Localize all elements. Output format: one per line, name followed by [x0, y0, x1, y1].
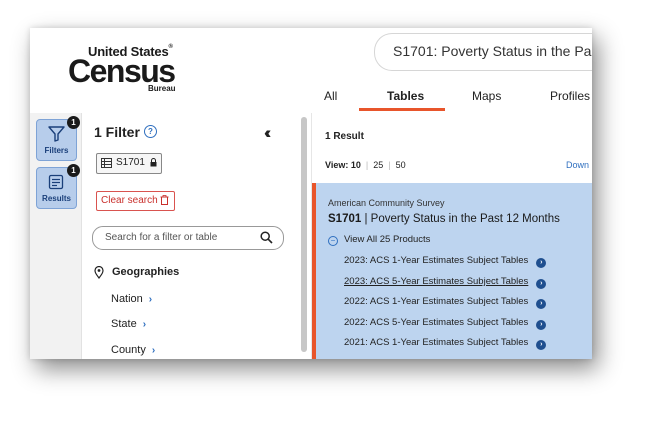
geo-item-label: Nation [111, 293, 143, 305]
product-link[interactable]: 2022: ACS 5-Year Estimates Subject Table… [344, 317, 547, 330]
results-icon [48, 174, 64, 190]
product-label: 2021: ACS 1-Year Estimates Subject Table… [344, 337, 529, 348]
filter-search-placeholder: Search for a filter or table [105, 232, 218, 243]
result-tabs: All Tables Maps Profiles [300, 86, 592, 113]
view-all-products-toggle[interactable]: − View All 25 Products [328, 234, 430, 246]
clear-search-button[interactable]: Clear search [96, 191, 175, 211]
table-icon [101, 158, 112, 168]
view-option-25[interactable]: 25 [373, 160, 383, 170]
arrow-circle-icon: › [536, 258, 547, 268]
product-label: 2022: ACS 5-Year Estimates Subject Table… [344, 317, 529, 328]
logo-line-census: Census [68, 53, 176, 89]
geo-item-state[interactable]: State › [111, 318, 146, 330]
selected-card-accent [312, 183, 316, 359]
view-per-page: View: 10 | 25 | 50 [325, 160, 406, 170]
tab-profiles[interactable]: Profiles [550, 89, 590, 103]
table-title[interactable]: S1701 | Poverty Status in the Past 12 Mo… [328, 213, 560, 225]
results-label: Results [42, 194, 71, 203]
results-button[interactable]: 1 Results [36, 164, 80, 209]
funnel-icon [48, 126, 65, 142]
filter-count-title: 1 Filter [94, 124, 140, 140]
table-title-text: Poverty Status in the Past 12 Months [370, 213, 560, 225]
arrow-circle-icon: › [536, 279, 547, 289]
lock-icon [150, 158, 157, 167]
geo-item-label: State [111, 318, 137, 330]
help-icon[interactable]: ? [144, 125, 157, 138]
geographies-header[interactable]: Geographies [94, 265, 179, 284]
product-link[interactable]: 2022: ACS 1-Year Estimates Subject Table… [344, 296, 547, 309]
chevron-right-icon: › [148, 294, 153, 305]
geo-item-label: County [111, 344, 146, 356]
view-all-label: View All 25 Products [344, 234, 431, 245]
geographies-label: Geographies [112, 266, 180, 278]
filter-search-input[interactable]: Search for a filter or table [92, 226, 284, 250]
site-header: United States® Census Bureau S1701: Pove… [30, 28, 592, 113]
product-link[interactable]: 2023: ACS 1-Year Estimates Subject Table… [344, 255, 547, 268]
chevron-right-icon: › [151, 345, 156, 356]
filter-panel: 1 Filter ? ‹‹ S1701 Clear search Search … [82, 113, 310, 359]
nav-rail: 1 Filters 1 Results [30, 113, 82, 359]
geo-item-nation[interactable]: Nation › [111, 293, 152, 305]
arrow-circle-icon: › [536, 299, 547, 309]
clear-search-label: Clear search [101, 195, 158, 206]
trash-icon [160, 195, 169, 205]
filter-chip-s1701[interactable]: S1701 [96, 153, 162, 174]
active-tab-underline [359, 108, 445, 111]
view-option-10[interactable]: 10 [351, 160, 361, 170]
survey-name: American Community Survey [328, 198, 445, 208]
product-link[interactable]: 2021: ACS 1-Year Estimates Subject Table… [344, 337, 547, 350]
results-badge: 1 [67, 164, 80, 177]
download-link[interactable]: Down [566, 160, 589, 170]
tab-maps[interactable]: Maps [472, 89, 501, 103]
minus-circle-icon: − [328, 236, 338, 246]
result-count: 1 Result [325, 131, 364, 142]
logo-line-bureau: Bureau [148, 84, 176, 93]
chevron-right-icon: › [142, 319, 147, 330]
collapse-double-chevron-icon[interactable]: ‹‹ [264, 123, 272, 143]
scrollbar-thumb[interactable] [301, 117, 307, 352]
product-label: 2023: ACS 5-Year Estimates Subject Table… [344, 276, 529, 287]
results-panel: 1 Result View: 10 | 25 | 50 Down American Co… [311, 113, 592, 359]
view-option-50[interactable]: 50 [396, 160, 406, 170]
arrow-circle-icon: › [536, 320, 547, 330]
tab-all[interactable]: All [324, 89, 337, 103]
search-icon[interactable] [260, 231, 273, 244]
geo-item-county[interactable]: County › [111, 344, 155, 356]
app-window: United States® Census Bureau S1701: Pove… [30, 28, 592, 359]
product-link[interactable]: 2023: ACS 5-Year Estimates Subject Table… [344, 276, 547, 289]
filters-badge: 1 [67, 116, 80, 129]
filters-button[interactable]: 1 Filters [36, 116, 80, 161]
filter-chip-label: S1701 [116, 157, 145, 168]
tab-tables[interactable]: Tables [387, 89, 424, 103]
result-card[interactable]: American Community Survey S1701 | Povert… [312, 183, 592, 359]
product-label: 2023: ACS 1-Year Estimates Subject Table… [344, 255, 529, 266]
view-label: View: [325, 160, 349, 170]
filter-panel-scrollbar[interactable] [301, 117, 307, 352]
product-label: 2022: ACS 1-Year Estimates Subject Table… [344, 296, 529, 307]
census-logo[interactable]: United States® Census Bureau [68, 44, 178, 93]
location-pin-icon [94, 265, 104, 280]
filters-label: Filters [44, 146, 69, 155]
main-search-value: S1701: Poverty Status in the Past [393, 43, 592, 59]
table-id: S1701 [328, 213, 362, 225]
main-search-input[interactable]: S1701: Poverty Status in the Past [374, 33, 592, 71]
arrow-circle-icon: › [536, 340, 547, 350]
